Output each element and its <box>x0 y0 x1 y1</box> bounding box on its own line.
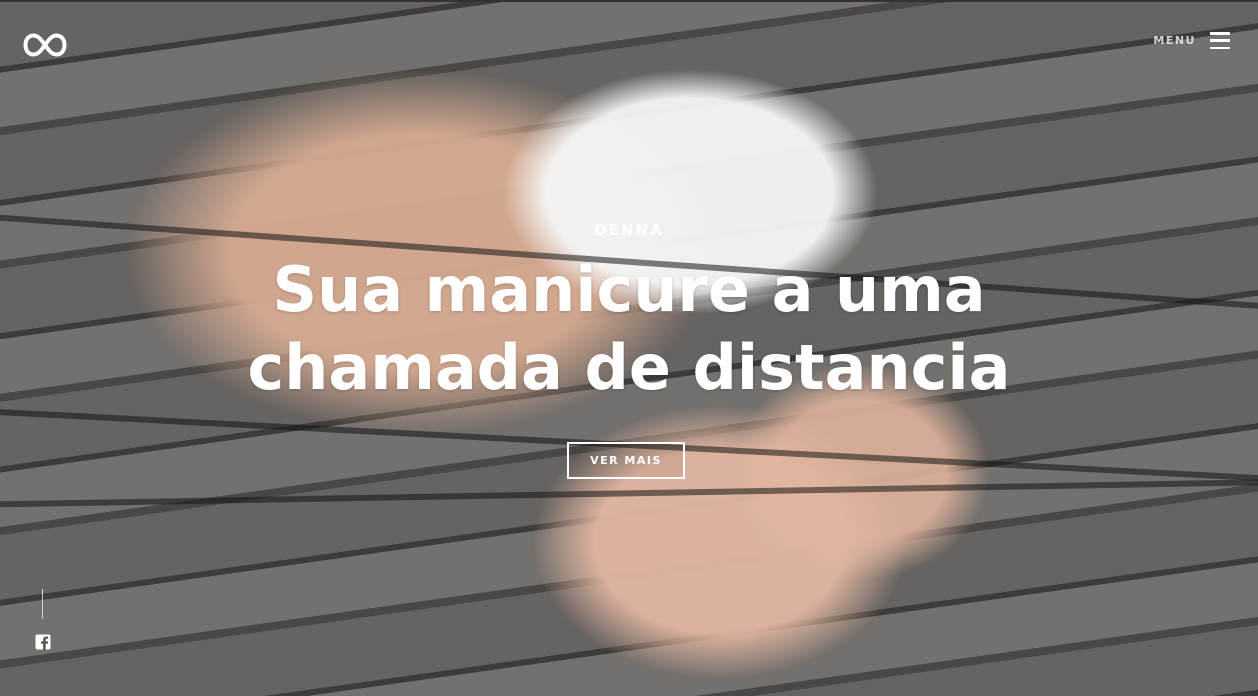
hero-headline-line-1: Sua manicure a uma <box>272 253 986 326</box>
hero-headline: Sua manicure a uma chamada de distancia <box>199 251 1059 407</box>
menu-label[interactable]: MENU <box>1153 34 1196 47</box>
hero-content: DENNA Sua manicure a uma chamada de dist… <box>0 221 1258 407</box>
ver-mais-button[interactable]: VER MAIS <box>567 442 685 479</box>
infinity-icon[interactable] <box>22 32 68 58</box>
hero-headline-line-2: chamada de distancia <box>247 331 1011 404</box>
main-menu-toggle[interactable]: MENU <box>1153 32 1230 49</box>
hero-section: MENU DENNA Sua manicure a uma chamada de… <box>0 0 1258 696</box>
wood-plank-gap <box>0 477 1258 508</box>
hamburger-menu-icon[interactable] <box>1210 32 1230 49</box>
social-divider <box>42 589 43 619</box>
facebook-icon[interactable] <box>35 634 51 650</box>
hero-eyebrow: DENNA <box>594 221 664 239</box>
